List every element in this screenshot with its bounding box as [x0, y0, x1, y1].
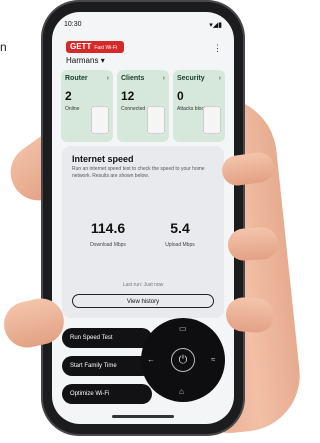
logo-subtitle: Fast Wi-Fi: [94, 45, 118, 51]
speed-description: Run an internet speed test to check the …: [72, 166, 205, 179]
speed-panel: Internet speed Run an internet speed tes…: [62, 146, 224, 318]
upload-label: Upload Mbps: [165, 242, 195, 248]
phone-screen: 10:30 ▾◢▮ GETT Fast Wi-Fi ⋮ Harmans ▾ Rou…: [52, 12, 234, 424]
card-value: 2: [65, 89, 72, 103]
chevron-right-icon: ›: [162, 75, 165, 82]
page-edge-text: n: [0, 40, 7, 54]
upload-stat: 5.4 Upload Mbps: [150, 220, 210, 248]
router-image: [91, 106, 109, 134]
status-cards: Router › 2 Online Clients › 12 Connected…: [61, 70, 225, 142]
optimize-wifi-button[interactable]: Optimize Wi-Fi: [62, 384, 152, 404]
more-menu-icon[interactable]: ⋮: [213, 43, 222, 54]
status-icons: ▾◢▮: [209, 22, 222, 29]
security-image: [203, 106, 221, 134]
wheel-bottom-icon[interactable]: ⌂: [179, 387, 184, 396]
status-time: 10:30: [64, 21, 82, 28]
card-value: 0: [177, 89, 184, 103]
action-wheel[interactable]: ▭ ← ≈ ⌂ ⏻: [141, 318, 225, 402]
run-speed-test-button[interactable]: Run Speed Test: [62, 328, 152, 348]
logo-text: GETT: [70, 42, 92, 51]
finger: [226, 226, 280, 262]
last-run-text: Last run: Just now: [122, 282, 164, 288]
card-value: 12: [121, 89, 135, 103]
download-value: 114.6: [90, 220, 126, 236]
chevron-right-icon: ›: [106, 75, 109, 82]
finger: [224, 296, 276, 334]
wheel-right-icon[interactable]: ≈: [211, 355, 215, 364]
card-clients[interactable]: Clients › 12 Connected: [117, 70, 169, 142]
network-selector[interactable]: Harmans ▾: [66, 56, 105, 65]
download-stat: 114.6 Download Mbps: [78, 220, 138, 248]
card-title: Security: [177, 75, 205, 82]
download-label: Download Mbps: [90, 242, 126, 248]
status-bar: 10:30 ▾◢▮: [64, 21, 222, 29]
view-history-button[interactable]: View history: [72, 294, 214, 308]
card-title: Clients: [121, 75, 145, 82]
network-name: Harmans: [66, 56, 99, 65]
speed-heading: Internet speed: [72, 154, 134, 164]
start-family-time-button[interactable]: Start Family Time: [62, 356, 152, 376]
home-indicator: [112, 415, 174, 418]
power-icon[interactable]: ⏻: [171, 348, 195, 372]
upload-value: 5.4: [170, 220, 190, 236]
card-router[interactable]: Router › 2 Online: [61, 70, 113, 142]
card-title: Router: [65, 75, 88, 82]
chevron-down-icon: ▾: [100, 56, 105, 65]
wheel-top-icon[interactable]: ▭: [179, 324, 187, 333]
action-list: Run Speed Test Start Family Time Optimiz…: [62, 328, 152, 412]
devices-image: [147, 106, 165, 134]
chevron-right-icon: ›: [218, 75, 221, 82]
card-security[interactable]: Security › 0 Attacks blocked: [173, 70, 225, 142]
app-logo: GETT Fast Wi-Fi: [66, 41, 124, 53]
wheel-left-icon[interactable]: ←: [147, 355, 155, 364]
